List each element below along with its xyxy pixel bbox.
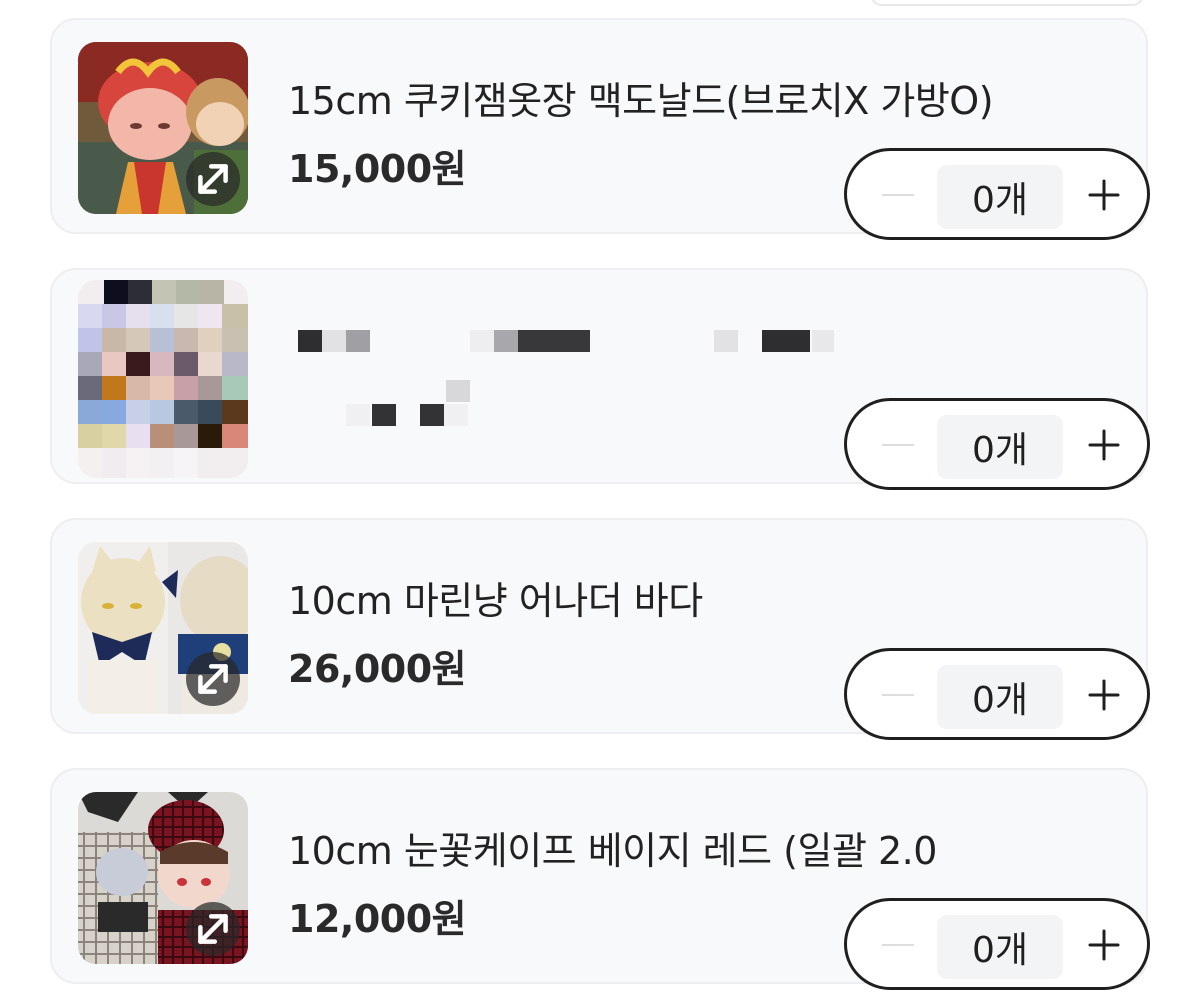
minus-icon <box>882 194 914 196</box>
decrease-button[interactable] <box>873 921 923 969</box>
previous-stepper-edge <box>870 0 1144 6</box>
censored-text-block <box>298 330 322 352</box>
quantity-stepper: 0개 <box>844 898 1150 990</box>
increase-button[interactable] <box>1079 921 1129 969</box>
quantity-value[interactable]: 0개 <box>937 665 1063 729</box>
expand-image-button[interactable] <box>186 152 240 206</box>
censored-text-block <box>346 330 370 352</box>
censored-text-block <box>444 404 468 426</box>
expand-arrows-icon <box>198 914 228 944</box>
increase-button[interactable] <box>1079 671 1129 719</box>
censored-text-block <box>322 330 346 352</box>
quantity-stepper: 0개 <box>844 148 1150 240</box>
censored-text-block <box>714 330 738 352</box>
decrease-button[interactable] <box>873 671 923 719</box>
product-option-list: 15cm 쿠키잼옷장 맥도날드(브로치X 가방O) 15,000원 0개 0개 … <box>0 0 1200 992</box>
expand-image-button[interactable] <box>186 902 240 956</box>
quantity-value[interactable]: 0개 <box>937 915 1063 979</box>
product-price: 26,000원 <box>288 647 467 691</box>
plus-icon <box>1088 679 1120 711</box>
expand-arrows-icon <box>198 664 228 694</box>
product-thumbnail[interactable] <box>78 792 248 964</box>
plus-icon <box>1088 179 1120 211</box>
product-name: 10cm 마린냥 어나더 바다 <box>288 579 703 623</box>
expand-arrows-icon <box>198 164 228 194</box>
censored-text-block <box>372 404 396 426</box>
increase-button[interactable] <box>1079 171 1129 219</box>
censored-text-block <box>346 404 370 426</box>
product-price: 12,000원 <box>288 897 467 941</box>
censored-text-block <box>446 380 470 402</box>
quantity-value[interactable]: 0개 <box>937 165 1063 229</box>
quantity-value[interactable]: 0개 <box>937 415 1063 479</box>
plus-icon <box>1088 429 1120 461</box>
minus-icon <box>882 944 914 946</box>
censored-text-block <box>494 330 518 352</box>
censored-text-block <box>812 330 834 352</box>
censored-text-block <box>420 404 444 426</box>
expand-image-button[interactable] <box>186 652 240 706</box>
product-price: 15,000원 <box>288 147 467 191</box>
plus-icon <box>1088 929 1120 961</box>
product-thumbnail-censored[interactable] <box>78 280 248 478</box>
product-thumbnail[interactable] <box>78 542 248 714</box>
censored-text-block <box>518 330 590 352</box>
quantity-stepper: 0개 <box>844 398 1150 490</box>
censored-text-block <box>470 330 494 352</box>
decrease-button[interactable] <box>873 171 923 219</box>
product-thumbnail[interactable] <box>78 42 248 214</box>
censored-text-block <box>762 330 810 352</box>
minus-icon <box>882 694 914 696</box>
increase-button[interactable] <box>1079 421 1129 469</box>
minus-icon <box>882 444 914 446</box>
product-name: 10cm 눈꽃케이프 베이지 레드 (일괄 2.0 <box>288 829 937 873</box>
decrease-button[interactable] <box>873 421 923 469</box>
product-name: 15cm 쿠키잼옷장 맥도날드(브로치X 가방O) <box>288 79 994 123</box>
quantity-stepper: 0개 <box>844 648 1150 740</box>
pixelated-image <box>78 280 248 478</box>
